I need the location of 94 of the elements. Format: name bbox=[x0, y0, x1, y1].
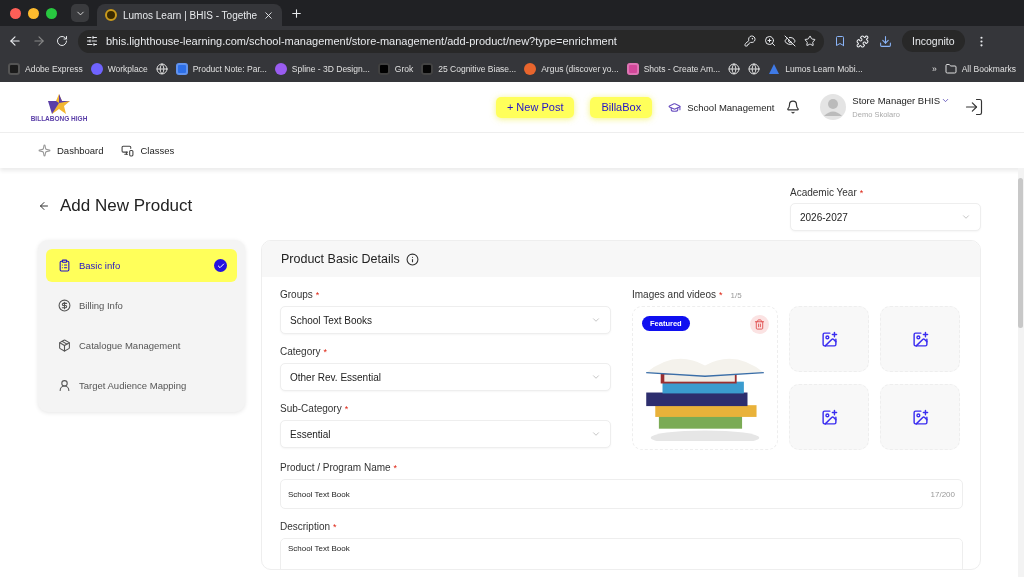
character-counter: 17/200 bbox=[930, 489, 955, 499]
site-settings-icon[interactable] bbox=[86, 35, 98, 47]
bookmark[interactable]: Spline - 3D Design... bbox=[274, 63, 370, 75]
forward-button[interactable] bbox=[32, 34, 46, 48]
image-plus-icon bbox=[911, 408, 929, 426]
bookmark-icon bbox=[834, 35, 846, 47]
bookmark[interactable]: Workplace bbox=[90, 63, 148, 75]
school-management-link[interactable]: School Management bbox=[668, 100, 775, 114]
reload-button[interactable] bbox=[56, 35, 68, 47]
person-icon bbox=[58, 379, 71, 392]
description-input[interactable]: School Text Book bbox=[280, 538, 963, 569]
extension-button[interactable] bbox=[834, 35, 846, 47]
logout-icon[interactable] bbox=[964, 97, 984, 117]
step-item[interactable]: Billing Info bbox=[46, 289, 237, 322]
chevron-down-icon bbox=[591, 429, 601, 439]
academic-year-select[interactable]: 2026-2027 bbox=[790, 203, 981, 231]
coin-icon bbox=[58, 299, 71, 312]
download-icon bbox=[879, 34, 892, 48]
folder-icon bbox=[944, 63, 957, 75]
plus-icon bbox=[290, 6, 304, 20]
chevron-down-icon bbox=[961, 212, 971, 222]
field-label: Product / Program Name * bbox=[280, 462, 399, 473]
chevron-down-icon bbox=[941, 96, 950, 105]
reload-icon bbox=[56, 35, 68, 47]
bookmark[interactable]: Lumos Learn Mobi... bbox=[768, 63, 863, 75]
user-name[interactable]: Store Manager BHIS bbox=[852, 95, 950, 106]
bookmark[interactable]: Product Note: Par... bbox=[175, 63, 267, 75]
screen-icon bbox=[121, 144, 135, 157]
image-plus-icon bbox=[820, 408, 838, 426]
bookmark[interactable]: Adobe Express bbox=[8, 63, 83, 75]
globe-icon[interactable] bbox=[728, 63, 741, 75]
bookmark[interactable]: 25 Cognitive Biase... bbox=[421, 63, 517, 75]
image-plus-icon bbox=[911, 330, 929, 348]
url-text: bhis.lighthouse-learning.com/school-management/store-management/add-product/new?type=enrichment bbox=[106, 35, 618, 47]
select-field[interactable]: School Text Books bbox=[280, 306, 611, 334]
graduation-cap-icon bbox=[668, 100, 682, 114]
step-item[interactable]: Catalogue Management bbox=[46, 329, 237, 362]
star-logo-icon bbox=[46, 92, 72, 115]
notification-bell-icon[interactable] bbox=[786, 100, 801, 114]
nav-link[interactable]: Dashboard bbox=[38, 144, 104, 157]
star-icon bbox=[38, 144, 51, 157]
tab-list-button[interactable] bbox=[71, 4, 89, 22]
zoom-window-button[interactable] bbox=[46, 7, 57, 19]
bookmark[interactable]: Argus (discover yo... bbox=[524, 63, 619, 75]
field-label: Images and videos * 1/5 bbox=[632, 289, 743, 300]
info-icon[interactable] bbox=[405, 252, 419, 266]
more-bookmarks-button[interactable]: » bbox=[931, 64, 937, 74]
back-button[interactable] bbox=[8, 34, 22, 48]
bookmark-star-icon[interactable] bbox=[804, 35, 816, 47]
bookmark[interactable]: Shots - Create Am... bbox=[626, 63, 721, 75]
eye-off-icon[interactable] bbox=[784, 35, 796, 47]
header-button[interactable]: BillaBox bbox=[590, 96, 653, 118]
field-label: Academic Year * bbox=[790, 187, 865, 198]
name-input[interactable]: School Text Book 17/200 bbox=[280, 479, 963, 509]
field-label: Sub-Category * bbox=[280, 403, 350, 414]
back-arrow-icon[interactable] bbox=[38, 200, 50, 212]
minimize-window-button[interactable] bbox=[28, 7, 39, 19]
address-bar[interactable]: bhis.lighthouse-learning.com/school-management/store-management/add-product/new?type=enrichment bbox=[78, 29, 824, 53]
all-bookmarks-button[interactable]: All Bookmarks bbox=[944, 63, 1016, 75]
step-item[interactable]: Target Audience Mapping bbox=[46, 369, 237, 402]
globe-icon[interactable] bbox=[155, 63, 168, 75]
puzzle-icon bbox=[856, 34, 869, 48]
close-tab-icon[interactable] bbox=[263, 9, 275, 21]
delete-button[interactable] bbox=[750, 315, 769, 334]
field-label: Description * bbox=[280, 521, 338, 532]
field-label: Category * bbox=[280, 346, 329, 357]
card-title: Product Basic Details bbox=[281, 252, 400, 266]
select-field[interactable]: Essential bbox=[280, 420, 611, 448]
zoom-icon[interactable] bbox=[764, 35, 776, 47]
download-button[interactable] bbox=[879, 34, 892, 48]
arrow-left-icon bbox=[8, 34, 22, 48]
arrow-right-icon bbox=[32, 34, 46, 48]
step-item[interactable]: Basic info bbox=[46, 249, 237, 282]
globe-icon[interactable] bbox=[748, 63, 761, 75]
select-field[interactable]: Other Rev. Essential bbox=[280, 363, 611, 391]
key-icon[interactable] bbox=[744, 35, 756, 47]
incognito-button[interactable]: Incognito bbox=[902, 30, 965, 52]
site-favicon-icon bbox=[105, 9, 117, 21]
close-window-button[interactable] bbox=[10, 7, 21, 19]
tab-title: Lumos Learn | BHIS - Togethe bbox=[123, 9, 258, 21]
extensions-button[interactable] bbox=[856, 34, 869, 48]
bookmark[interactable]: Grok bbox=[377, 63, 414, 75]
header-button[interactable]: + New Post bbox=[495, 96, 575, 118]
chevron-down-icon bbox=[591, 372, 601, 382]
clipboard-icon bbox=[58, 259, 71, 272]
new-tab-button[interactable] bbox=[290, 6, 304, 20]
box-icon bbox=[58, 339, 71, 352]
page-title: Add New Product bbox=[60, 196, 193, 216]
chevron-down-icon bbox=[591, 315, 601, 325]
image-plus-icon bbox=[820, 330, 838, 348]
nav-link[interactable]: Classes bbox=[121, 144, 175, 157]
trash-icon bbox=[754, 319, 765, 330]
field-label: Groups * bbox=[280, 289, 321, 300]
browser-tab[interactable]: Lumos Learn | BHIS - Togethe bbox=[97, 4, 283, 26]
